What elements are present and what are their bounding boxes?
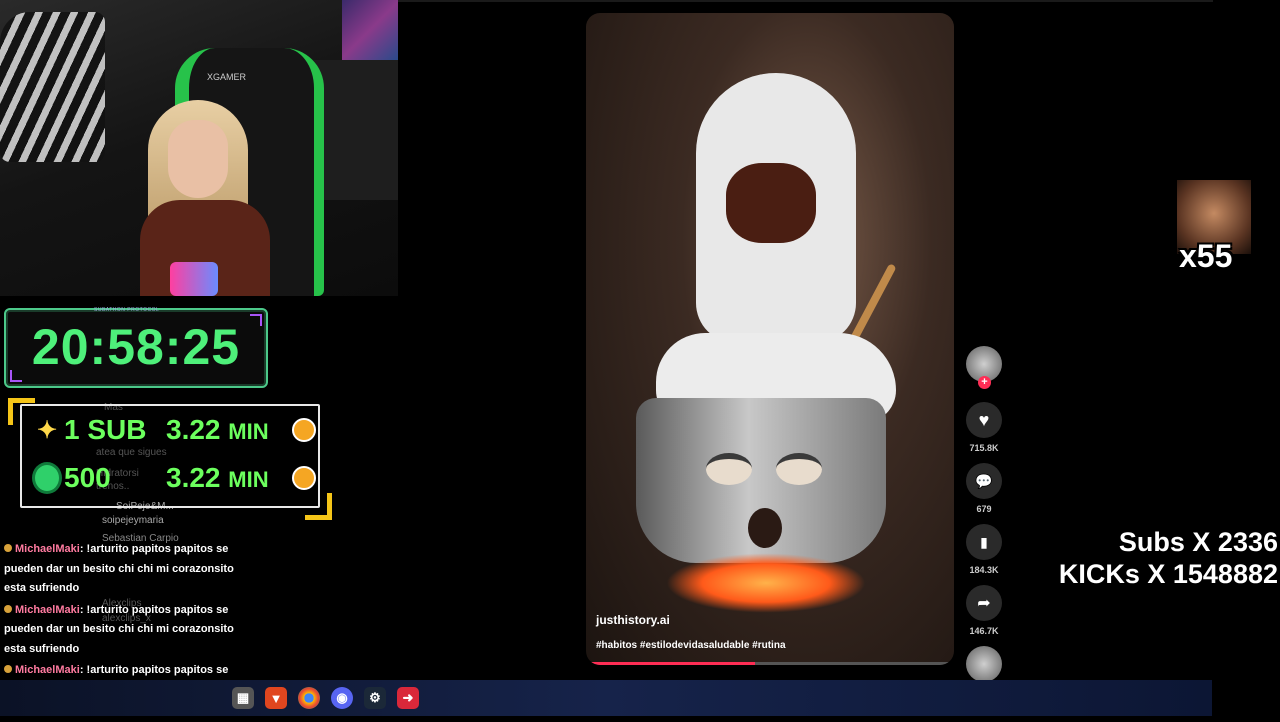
goal-sub: ✦ 1 SUB 3.22 MIN [32, 414, 316, 446]
goal-label: 1 SUB [64, 414, 147, 445]
stream-counters: Subs X 2336 KICKs X 1548882 [1059, 526, 1278, 590]
save-count: 184.3K [969, 565, 999, 575]
goal-kicks: 500 3.22 MIN [32, 462, 316, 494]
like-count: 715.8K [969, 443, 999, 453]
steam-icon[interactable]: ⚙ [364, 687, 386, 709]
video-progress-bar[interactable] [586, 662, 954, 665]
monster-mouth [726, 163, 816, 243]
file-explorer-icon[interactable]: ▦ [232, 687, 254, 709]
streamer-face [168, 120, 228, 198]
video-actions: + ♥ 715.8K 💬 679 ▮ 184.3K ➦ 146.7K [962, 346, 1006, 682]
bookmark-icon: ▮ [980, 533, 988, 550]
follow-plus-icon[interactable]: + [978, 376, 991, 389]
comment-button[interactable]: 💬 [966, 463, 1002, 499]
chair-logo: XGAMER [207, 72, 247, 82]
heart-icon: ♥ [978, 409, 990, 430]
sound-avatar[interactable] [966, 646, 1002, 682]
video-credit[interactable]: justhistory.ai [596, 613, 670, 627]
sparkle-icon: ✦ [36, 416, 58, 444]
app-icon[interactable]: ➜ [397, 687, 419, 709]
chat-message: MichaelMaki: !arturito papitos papitos s… [4, 540, 234, 599]
video-hashtags[interactable]: #habitos #estilodevidasaludable #rutina [596, 640, 786, 651]
chat-username: MichaelMaki [15, 603, 80, 616]
faint-chat-line: soipejeymaria [102, 515, 164, 526]
chat-badge-icon [4, 544, 12, 552]
chat-badge-icon [4, 665, 12, 673]
bracket-decoration [305, 493, 332, 520]
stove-flame [666, 553, 866, 613]
goal-label: 500 [64, 462, 111, 493]
goal-value: 3.22 MIN [166, 414, 269, 445]
chat-message: MichaelMaki: !arturito papitos papitos s… [4, 601, 234, 660]
timer-time: 20:58:25 [31, 319, 241, 375]
pot-mouth [748, 508, 782, 548]
kicks-counter: KICKs X 1548882 [1058, 559, 1278, 589]
chrome-icon[interactable] [298, 687, 320, 709]
pot-eye [776, 453, 822, 485]
top-divider [398, 0, 1213, 2]
goal-value: 3.22 MIN [166, 462, 269, 493]
subs-counter: Subs X 2336 [1118, 527, 1278, 557]
creator-avatar[interactable]: + [966, 346, 1002, 389]
pot-eye [706, 453, 752, 485]
chat-badge-icon [4, 604, 12, 613]
taskbar: ▦ ▼ ◉ ⚙ ➜ [0, 680, 1212, 716]
short-video-player[interactable]: justhistory.ai #habitos #estilodevidasal… [586, 13, 954, 665]
chat-username: MichaelMaki [15, 543, 80, 555]
rgb-light [170, 262, 218, 296]
bracket-decoration [8, 398, 35, 425]
subathon-timer: SUBATHON PROTOCOL 20:58:25 [4, 307, 268, 388]
emote-overlay: x55 [1177, 180, 1251, 274]
clock-icon [292, 466, 316, 490]
comment-icon: 💬 [975, 472, 993, 489]
video-progress-fill [586, 662, 756, 665]
brave-icon[interactable]: ▼ [265, 687, 287, 709]
webcam-feed: XGAMER [0, 0, 398, 296]
goals-panel: ✦ 1 SUB 3.22 MIN 500 3.22 MIN [8, 398, 332, 520]
like-button[interactable]: ♥ [966, 402, 1002, 438]
share-arrow-icon: ➦ [977, 595, 991, 612]
share-count: 146.7K [969, 626, 999, 636]
discord-icon[interactable]: ◉ [331, 687, 353, 709]
wall-poster [342, 0, 398, 60]
zebra-blanket [0, 12, 105, 162]
chat-username: MichaelMaki [15, 664, 80, 676]
share-button[interactable]: ➦ [966, 585, 1002, 621]
clock-icon [292, 418, 316, 442]
comment-count: 679 [976, 504, 992, 514]
kick-gem-icon [32, 462, 62, 494]
timer-label: SUBATHON PROTOCOL [94, 307, 160, 313]
emote-multiplier: x55 [1179, 238, 1233, 274]
save-button[interactable]: ▮ [966, 524, 1002, 560]
